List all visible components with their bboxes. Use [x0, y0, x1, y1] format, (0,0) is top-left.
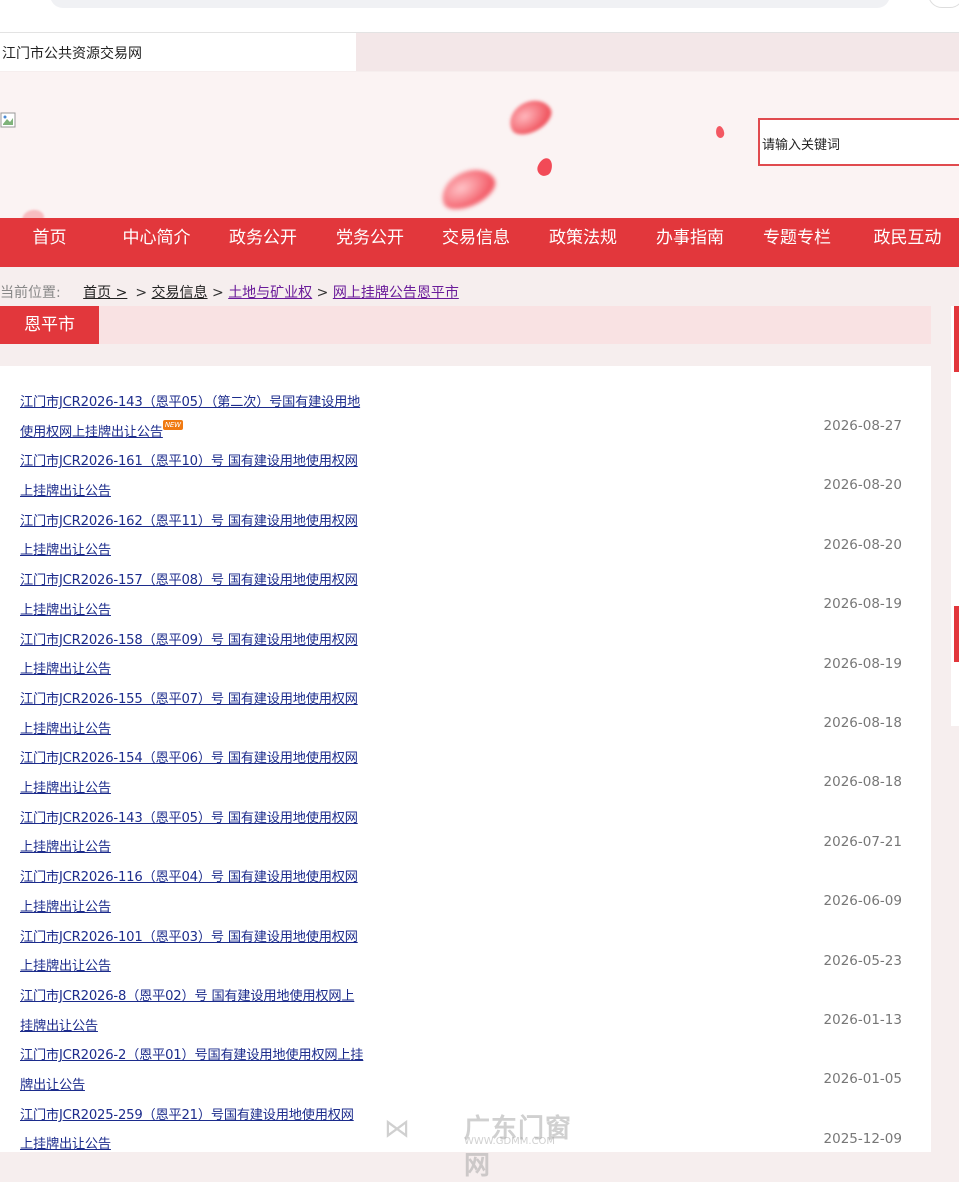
site-title-strip: 江门市公共资源交易网: [0, 33, 959, 71]
breadcrumb-link-0[interactable]: 首页 >: [83, 285, 127, 301]
announcement-link[interactable]: 江门市JCR2025-259（恩平21）号国有建设用地使用权网上挂牌出让公告: [20, 1101, 365, 1160]
list-item: 江门市JCR2026-157（恩平08）号 国有建设用地使用权网上挂牌出让公告 2…: [20, 544, 910, 618]
nav-item-7[interactable]: 专题专栏: [738, 218, 856, 259]
main-nav: 首页 中心简介 政务公开 党务公开 交易信息 政策法规 办事指南 专题专栏 政民互动: [0, 218, 959, 267]
list-item: 江门市JCR2026-116（恩平04）号 国有建设用地使用权网上挂牌出让公告 2…: [20, 841, 910, 915]
browser-top-bar: [0, 0, 959, 33]
list-item: 江门市JCR2026-143（恩平05）号 国有建设用地使用权网上挂牌出让公告 2…: [20, 782, 910, 856]
petal-decoration: [715, 125, 725, 139]
sidebar-accent: [954, 606, 959, 662]
list-item: 江门市JCR2026-154（恩平06）号 国有建设用地使用权网上挂牌出让公告 2…: [20, 722, 910, 796]
list-item: 江门市JCR2026-8（恩平02）号 国有建设用地使用权网上挂牌出让公告 202…: [20, 960, 910, 1034]
watermark: ⋈ 广东门窗网 WWW.GDMM.COM: [384, 1108, 584, 1181]
announcement-list: 江门市JCR2026-143（恩平05）（第二次）号国有建设用地使用权网上挂牌出…: [0, 366, 931, 1152]
breadcrumb-label: 当前位置:: [0, 285, 61, 301]
nav-item-0[interactable]: 首页: [0, 218, 99, 259]
banner: 请输入关键词: [0, 72, 959, 218]
nav-item-3[interactable]: 党务公开: [312, 218, 428, 259]
petal-decoration: [20, 208, 46, 218]
nav-item-6[interactable]: 办事指南: [642, 218, 738, 259]
section-header: 恩平市: [0, 306, 931, 344]
list-item: 江门市JCR2026-158（恩平09）号 国有建设用地使用权网上挂牌出让公告 2…: [20, 604, 910, 678]
breadcrumb-separator: >: [135, 285, 152, 301]
breadcrumb-link-3[interactable]: 网上挂牌公告: [333, 285, 417, 301]
breadcrumb: 当前位置: 首页 > > 交易信息 > 土地与矿业权 > 网上挂牌公告恩平市: [0, 282, 459, 302]
list-item: 江门市JCR2026-101（恩平03）号 国有建设用地使用权网上挂牌出让公告 2…: [20, 901, 910, 975]
breadcrumb-separator: >: [207, 285, 229, 301]
list-item: 江门市JCR2026-143（恩平05）（第二次）号国有建设用地使用权网上挂牌出…: [20, 366, 910, 440]
search-input[interactable]: 请输入关键词: [758, 118, 959, 166]
broken-image-icon: [0, 112, 16, 128]
section-title: 恩平市: [0, 306, 99, 344]
petal-decoration: [435, 161, 501, 217]
breadcrumb-link-2[interactable]: 土地与矿业权: [228, 285, 312, 301]
watermark-url: WWW.GDMM.COM: [464, 1136, 556, 1147]
browser-menu-button[interactable]: [928, 0, 959, 8]
site-title: 江门市公共资源交易网: [2, 46, 142, 62]
nav-item-4[interactable]: 交易信息: [428, 218, 524, 259]
nav-item-2[interactable]: 政务公开: [214, 218, 312, 259]
right-sidebar-edge: [951, 306, 959, 726]
list-item: 江门市JCR2026-155（恩平07）号 国有建设用地使用权网上挂牌出让公告 2…: [20, 663, 910, 737]
petal-decoration: [535, 156, 555, 178]
breadcrumb-link-1[interactable]: 交易信息: [152, 285, 208, 301]
petal-decoration: [503, 93, 557, 141]
search-placeholder: 请输入关键词: [762, 138, 841, 153]
site-title-box: 江门市公共资源交易网: [0, 33, 356, 71]
list-item: 江门市JCR2026-2（恩平01）号国有建设用地使用权网上挂牌出让公告 2026…: [20, 1019, 910, 1093]
watermark-logo-icon: ⋈: [384, 1114, 410, 1144]
sidebar-accent: [954, 306, 959, 372]
announcement-date: 2025-12-09: [823, 1130, 902, 1147]
list-item: 江门市JCR2026-162（恩平11）号 国有建设用地使用权网上挂牌出让公告 2…: [20, 485, 910, 559]
nav-item-1[interactable]: 中心简介: [99, 218, 214, 259]
address-bar[interactable]: [50, 0, 890, 8]
nav-item-8[interactable]: 政民互动: [856, 218, 959, 259]
list-item: 江门市JCR2026-161（恩平10）号 国有建设用地使用权网上挂牌出让公告 2…: [20, 425, 910, 499]
breadcrumb-separator: >: [312, 285, 333, 301]
nav-item-5[interactable]: 政策法规: [524, 218, 642, 259]
announcement-title: 江门市JCR2025-259（恩平21）号国有建设用地使用权网上挂牌出让公告: [20, 1107, 354, 1153]
breadcrumb-link-4[interactable]: 恩平市: [417, 285, 459, 301]
